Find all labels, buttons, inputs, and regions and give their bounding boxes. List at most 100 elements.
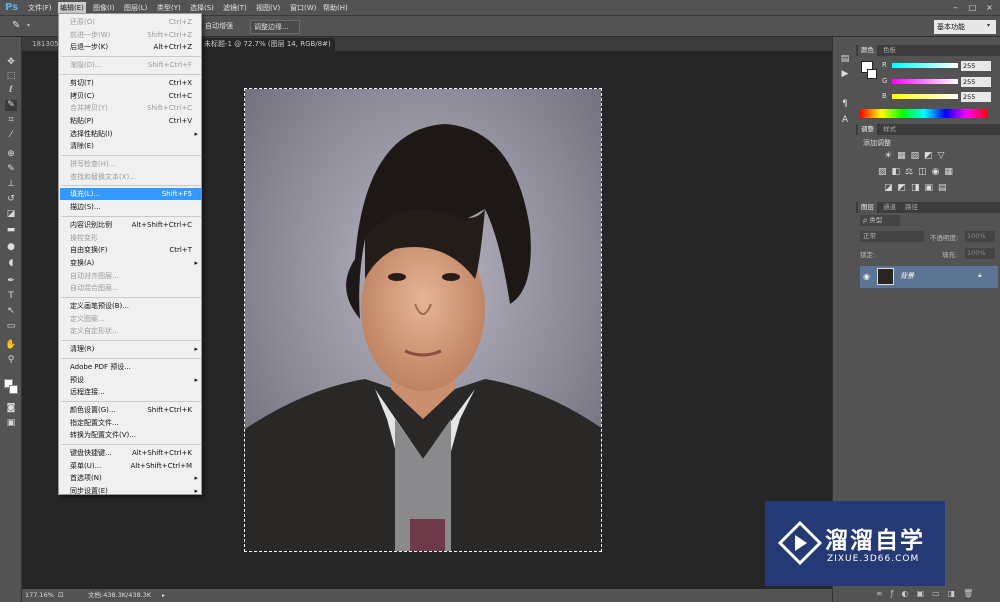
move-tool-icon[interactable]: ✥ xyxy=(5,57,17,68)
edit-menu-item[interactable]: Adobe PDF 预设... xyxy=(60,361,202,373)
crop-tool-icon[interactable]: ⌗ xyxy=(5,115,17,126)
edit-menu-item[interactable]: 远程连接... xyxy=(60,386,202,398)
edit-menu-item[interactable]: 首选项(N) ▸ xyxy=(60,472,202,484)
refine-edge-button[interactable]: 调整边缘... xyxy=(250,20,300,34)
menu-view[interactable]: 视图(V) xyxy=(256,3,280,13)
r-value-input[interactable]: 255 xyxy=(961,61,991,71)
tab-styles[interactable]: 样式 xyxy=(880,124,899,135)
blur-tool-icon[interactable]: ● xyxy=(5,242,17,253)
brush-tool-icon[interactable]: ✎ xyxy=(12,20,20,31)
edit-menu-item[interactable]: 定义画笔预设(B)... xyxy=(60,300,202,312)
zoom-tool-icon[interactable]: ⚲ xyxy=(5,355,17,366)
edit-menu-item[interactable]: 拷贝(C) Ctrl+C xyxy=(60,90,202,102)
canvas-image[interactable] xyxy=(244,88,602,552)
eraser-tool-icon[interactable]: ◪ xyxy=(5,209,17,220)
tab-channels[interactable]: 通道 xyxy=(880,202,899,213)
edit-menu-item[interactable]: 转换为配置文件(V)... xyxy=(60,429,202,441)
minimize-button[interactable]: – xyxy=(950,2,961,13)
shape-tool-icon[interactable]: ▭ xyxy=(5,321,17,332)
edit-menu-item[interactable]: 粘贴(P) Ctrl+V xyxy=(60,115,202,127)
edit-menu-item[interactable]: 指定配置文件... xyxy=(60,417,202,429)
eyedropper-tool-icon[interactable]: ⁄ xyxy=(5,130,17,141)
status-menu-arrow-icon[interactable]: ▸ xyxy=(162,589,165,602)
blend-mode-select[interactable]: 正常 xyxy=(860,231,924,242)
quick-mask-icon[interactable]: ◙ xyxy=(5,403,17,414)
screen-mode-icon[interactable]: ▣ xyxy=(5,418,17,429)
edit-menu-item[interactable]: 后退一步(K) Alt+Ctrl+Z xyxy=(60,41,202,53)
fill-input[interactable]: 100% xyxy=(965,248,995,259)
menu-filter[interactable]: 滤镜(T) xyxy=(223,3,247,13)
type-tool-icon[interactable]: T xyxy=(5,291,17,302)
edit-menu-item[interactable]: 描边(S)... xyxy=(60,201,202,213)
gradient-tool-icon[interactable]: ▬ xyxy=(5,225,17,236)
edit-menu-item: 还原(O) Ctrl+Z xyxy=(60,16,202,28)
menu-layer[interactable]: 图层(L) xyxy=(124,3,147,13)
marquee-tool-icon[interactable]: ⬚ xyxy=(5,71,17,82)
path-selection-tool-icon[interactable]: ↖ xyxy=(5,306,17,317)
edit-menu-item[interactable]: 同步设置(E) ▸ xyxy=(60,485,202,497)
export-icon[interactable]: ⊡ xyxy=(58,589,64,602)
menu-help[interactable]: 帮助(H) xyxy=(323,3,348,13)
r-slider[interactable] xyxy=(892,63,958,68)
b-value-input[interactable]: 255 xyxy=(961,92,991,102)
quick-selection-tool-icon[interactable]: ✎ xyxy=(5,100,17,111)
edit-menu-item[interactable]: 内容识别比例 Alt+Shift+Ctrl+C xyxy=(60,219,202,231)
menu-window[interactable]: 窗口(W) xyxy=(290,3,316,13)
layers-panel-tabs: 图层 通道 路径 xyxy=(856,202,1000,213)
history-brush-tool-icon[interactable]: ↺ xyxy=(5,194,17,205)
layer-kind-filter[interactable]: ρ 类型 xyxy=(860,215,900,226)
maximize-button[interactable]: □ xyxy=(967,2,978,13)
menu-file[interactable]: 文件(F) xyxy=(28,3,52,13)
menu-item-label: 拷贝(C) xyxy=(70,91,95,100)
background-swatch[interactable] xyxy=(867,69,877,79)
edit-menu-item[interactable]: 选择性粘贴(I) ▸ xyxy=(60,128,202,140)
edit-menu-item[interactable]: 变换(A) ▸ xyxy=(60,257,202,269)
tab-paths[interactable]: 路径 xyxy=(902,202,921,213)
history-panel-icon[interactable]: ▤ xyxy=(839,54,851,65)
hand-tool-icon[interactable]: ✋ xyxy=(5,340,17,351)
edit-menu-item[interactable]: 自由变换(F) Ctrl+T xyxy=(60,244,202,256)
opacity-input[interactable]: 100% xyxy=(965,231,995,242)
lasso-tool-icon[interactable]: ℓ xyxy=(5,85,17,96)
healing-brush-tool-icon[interactable]: ⊕ xyxy=(5,149,17,160)
brush-tool-icon[interactable]: ✎ xyxy=(5,164,17,175)
actions-panel-icon[interactable]: ▶ xyxy=(839,69,851,80)
edit-menu-item: 自动对齐图层... xyxy=(60,270,202,282)
paragraph-panel-icon[interactable]: ¶ xyxy=(839,99,851,110)
chevron-down-icon: ▾ xyxy=(987,22,991,29)
tab-adjustments[interactable]: 调整 xyxy=(858,124,877,135)
clone-stamp-tool-icon[interactable]: ⊥ xyxy=(5,179,17,190)
character-panel-icon[interactable]: A xyxy=(839,115,851,126)
visibility-eye-icon[interactable]: ◉ xyxy=(863,272,870,281)
pen-tool-icon[interactable]: ✒ xyxy=(5,276,17,287)
g-slider[interactable] xyxy=(892,79,958,84)
b-slider[interactable] xyxy=(892,94,958,99)
edit-menu-item[interactable]: 菜单(U)... Alt+Shift+Ctrl+M xyxy=(60,460,202,472)
tool-preset-arrow-icon[interactable]: ▾ xyxy=(27,22,30,29)
edit-menu-item[interactable]: 清理(R) ▸ xyxy=(60,343,202,355)
tab-color[interactable]: 颜色 xyxy=(858,45,877,56)
color-spectrum[interactable] xyxy=(860,109,988,118)
tab-layers[interactable]: 图层 xyxy=(858,202,877,213)
menu-select[interactable]: 选择(S) xyxy=(190,3,214,13)
document-tab-active[interactable]: 未标题-1 @ 72.7% (图层 14, RGB/8#) xyxy=(200,38,335,51)
menu-type[interactable]: 类型(Y) xyxy=(157,3,181,13)
edit-menu-item[interactable]: 预设 ▸ xyxy=(60,374,202,386)
background-color-swatch[interactable] xyxy=(9,385,18,394)
edit-menu-item[interactable]: 填充(L)... Shift+F5 xyxy=(60,188,202,201)
menu-item-label: 渐隐(D)... xyxy=(70,61,102,70)
edit-menu-item[interactable]: 清除(E) xyxy=(60,140,202,152)
edit-menu-item[interactable]: 键盘快捷键... Alt+Shift+Ctrl+K xyxy=(60,447,202,459)
close-window-button[interactable]: × xyxy=(984,2,995,13)
layer-name[interactable]: 背景 xyxy=(900,271,914,281)
tab-swatches[interactable]: 色板 xyxy=(880,45,899,56)
zoom-level[interactable]: 177.16% xyxy=(25,589,54,602)
edit-menu-item[interactable]: 剪切(T) Ctrl+X xyxy=(60,77,202,89)
menu-image[interactable]: 图像(I) xyxy=(93,3,115,13)
auto-enhance-checkbox[interactable]: 自动增强 xyxy=(202,20,236,34)
submenu-arrow-icon: ▸ xyxy=(194,258,198,267)
g-value-input[interactable]: 255 xyxy=(961,77,991,87)
edit-menu-item[interactable]: 颜色设置(G)... Shift+Ctrl+K xyxy=(60,404,202,416)
layer-row-background[interactable]: ◉ 背景 🔒︎ xyxy=(860,266,998,288)
dodge-tool-icon[interactable]: ◖ xyxy=(5,258,17,269)
